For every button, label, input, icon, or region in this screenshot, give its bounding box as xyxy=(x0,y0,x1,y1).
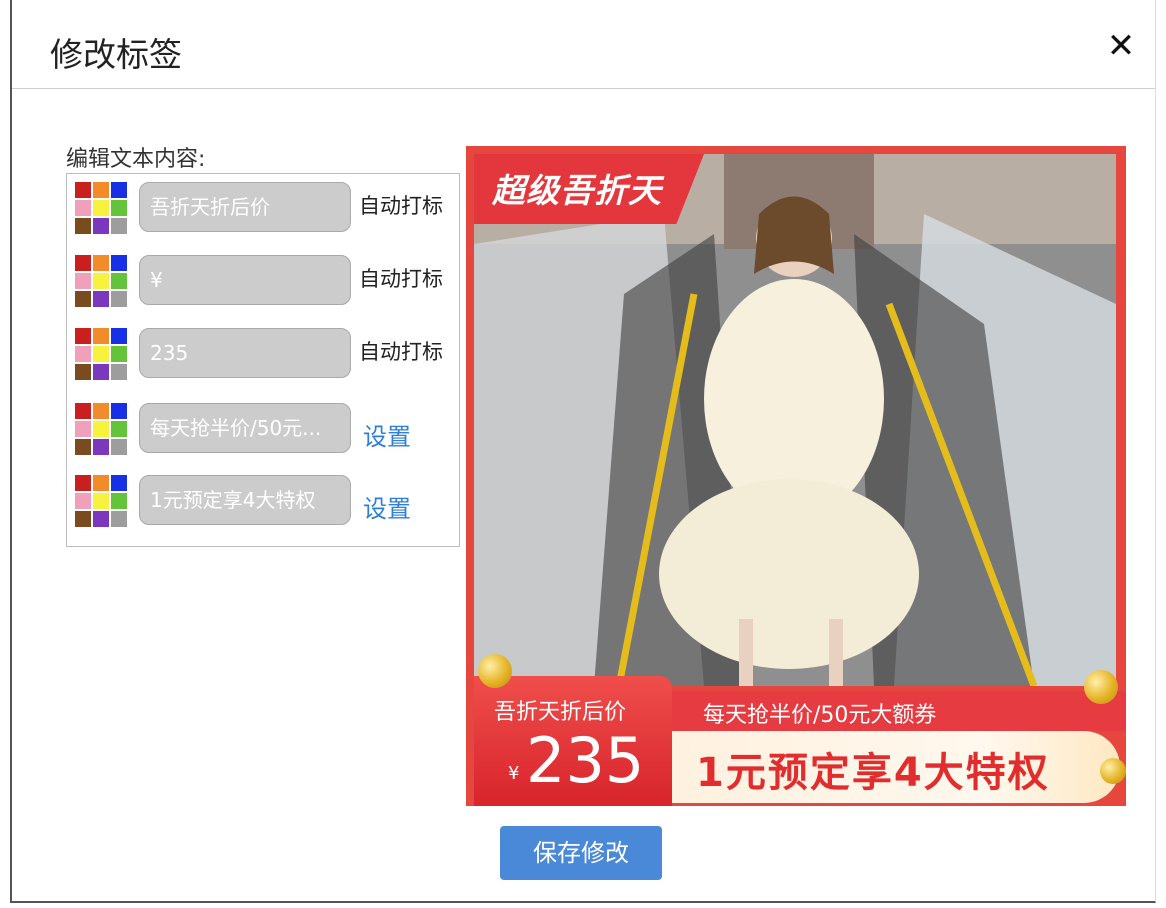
palette-swatch xyxy=(93,511,109,527)
palette-swatch xyxy=(75,439,91,455)
tag-text-field[interactable]: ¥ xyxy=(139,255,351,305)
gold-coin-icon xyxy=(478,654,512,688)
palette-swatch xyxy=(75,218,91,234)
color-palette-icon[interactable] xyxy=(75,328,129,382)
promo-small-text: 每天抢半价/50元大额券 xyxy=(703,703,937,728)
promo-big-text: 1元预定享4大特权 xyxy=(696,750,1050,796)
image-preview: 超级吾折天 吾折天折后价 ¥ 235 每天抢半价/50元大额券 1元预定享4大特… xyxy=(466,146,1126,806)
palette-swatch xyxy=(75,200,91,216)
palette-swatch xyxy=(93,273,109,289)
palette-swatch xyxy=(111,291,127,307)
palette-swatch xyxy=(93,403,109,419)
price-label: 吾折天折后价 xyxy=(494,700,627,725)
top-banner-text: 超级吾折天 xyxy=(492,171,662,210)
dialog-header: 修改标签 ✕ xyxy=(12,0,1155,89)
dialog-title: 修改标签 xyxy=(50,35,182,74)
product-photo-illustration xyxy=(474,154,1116,686)
currency-symbol: ¥ xyxy=(508,763,520,784)
palette-swatch xyxy=(111,364,127,380)
color-palette-icon[interactable] xyxy=(75,182,129,236)
palette-swatch xyxy=(75,493,91,509)
auto-tag-label: 自动打标 xyxy=(359,194,443,218)
palette-swatch xyxy=(75,346,91,362)
palette-swatch xyxy=(75,403,91,419)
palette-swatch xyxy=(111,328,127,344)
palette-swatch xyxy=(111,346,127,362)
palette-swatch xyxy=(93,421,109,437)
product-photo xyxy=(474,154,1116,686)
palette-swatch xyxy=(93,493,109,509)
edit-row: 每天抢半价/50元... 设置 xyxy=(67,395,459,455)
edit-text-panel: 吾折天折后价 自动打标 ¥ 自动打标 235 自动打标 每天抢半价/50元...… xyxy=(66,173,460,547)
palette-swatch xyxy=(111,421,127,437)
palette-swatch xyxy=(111,218,127,234)
palette-swatch xyxy=(93,475,109,491)
palette-swatch xyxy=(93,346,109,362)
palette-swatch xyxy=(111,439,127,455)
tag-text-field[interactable]: 1元预定享4大特权 xyxy=(139,475,351,525)
palette-swatch xyxy=(111,511,127,527)
palette-swatch xyxy=(75,255,91,271)
palette-swatch xyxy=(93,291,109,307)
settings-link[interactable]: 设置 xyxy=(363,417,411,452)
palette-swatch xyxy=(75,421,91,437)
palette-swatch xyxy=(75,364,91,380)
tag-text-field[interactable]: 235 xyxy=(139,328,351,378)
edit-row: ¥ 自动打标 xyxy=(67,247,459,307)
edit-row: 1元预定享4大特权 设置 xyxy=(67,467,459,527)
palette-swatch xyxy=(111,200,127,216)
save-button[interactable]: 保存修改 xyxy=(500,826,662,880)
edit-row: 吾折天折后价 自动打标 xyxy=(67,174,459,234)
color-palette-icon[interactable] xyxy=(75,475,129,529)
edit-row: 235 自动打标 xyxy=(67,320,459,380)
auto-tag-label: 自动打标 xyxy=(359,267,443,291)
palette-swatch xyxy=(75,328,91,344)
palette-swatch xyxy=(111,493,127,509)
palette-swatch xyxy=(111,255,127,271)
palette-swatch xyxy=(93,364,109,380)
close-icon[interactable]: ✕ xyxy=(1101,26,1141,66)
palette-swatch xyxy=(75,511,91,527)
palette-swatch xyxy=(111,182,127,198)
palette-swatch xyxy=(93,328,109,344)
palette-swatch xyxy=(93,218,109,234)
auto-tag-label: 自动打标 xyxy=(359,340,443,364)
edit-text-label: 编辑文本内容: xyxy=(66,147,206,172)
color-palette-icon[interactable] xyxy=(75,403,129,457)
edit-tag-dialog: 修改标签 ✕ 编辑文本内容: 吾折天折后价 自动打标 ¥ 自动打标 235 自动… xyxy=(10,0,1156,903)
palette-swatch xyxy=(93,182,109,198)
tag-text-field[interactable]: 每天抢半价/50元... xyxy=(139,403,351,453)
palette-swatch xyxy=(75,182,91,198)
palette-swatch xyxy=(111,475,127,491)
gold-coin-icon xyxy=(1084,670,1118,704)
palette-swatch xyxy=(93,200,109,216)
settings-link[interactable]: 设置 xyxy=(363,489,411,524)
palette-swatch xyxy=(75,475,91,491)
palette-swatch xyxy=(93,439,109,455)
price-value: 235 xyxy=(526,724,645,797)
palette-swatch xyxy=(75,291,91,307)
palette-swatch xyxy=(93,255,109,271)
palette-swatch xyxy=(111,403,127,419)
gold-coin-icon xyxy=(1100,758,1126,784)
color-palette-icon[interactable] xyxy=(75,255,129,309)
palette-swatch xyxy=(111,273,127,289)
palette-swatch xyxy=(75,273,91,289)
tag-text-field[interactable]: 吾折天折后价 xyxy=(139,182,351,232)
